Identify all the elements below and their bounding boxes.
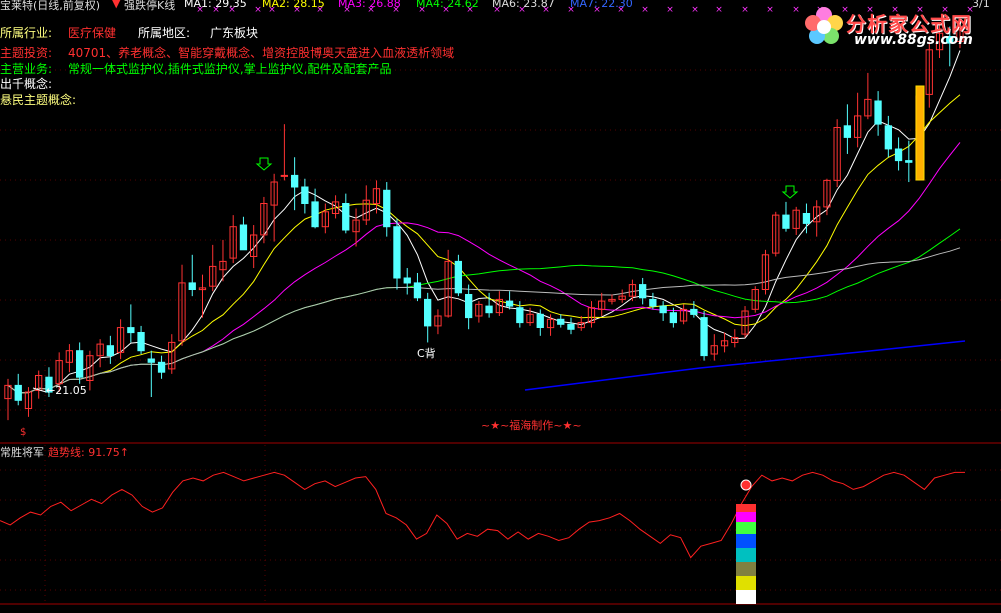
youmin-label: 悬民主题概念: — [0, 93, 77, 107]
ma2-value: MA2: 28.15 — [262, 0, 325, 10]
business-value: 常规一体式监护仪,插件式监护仪,掌上监护仪,配件及配套产品 — [68, 62, 392, 76]
chuqian-label: 出千概念: — [0, 77, 53, 91]
theme-value: 40701、养老概念、智能穿戴概念、增资控股博奥天盛进入血液透析领域 — [68, 46, 455, 60]
trend-line — [0, 471, 965, 559]
indicator-name: 强跌停K线 — [124, 0, 176, 12]
candle-down — [301, 186, 309, 204]
signal-block — [736, 590, 756, 604]
stock-title: 宝莱特(日线,前复权) — [0, 0, 101, 12]
ma6-line — [7, 247, 961, 394]
trend-label-text: 趋势线: — [48, 446, 85, 459]
candle-down — [669, 312, 678, 324]
lower-panel-name: 常胜将军 — [0, 446, 44, 459]
candle-down — [536, 313, 544, 328]
signal-block — [736, 548, 756, 562]
candle-down — [424, 298, 432, 327]
signal-block — [736, 576, 756, 590]
stock-chart[interactable]: ××××××××××××××××××××××××××××××××× — [0, 0, 1001, 613]
candle-down — [567, 323, 575, 330]
dollar-mark: $ — [20, 427, 27, 438]
candle-down — [403, 277, 411, 284]
signal-ball-icon — [740, 479, 752, 491]
signal-block — [736, 504, 756, 512]
region-label: 所属地区: — [138, 26, 191, 40]
ma4-line — [7, 228, 961, 394]
ma1-value: MA1: 29.35 — [184, 0, 247, 10]
theme-label: 主题投资: — [0, 46, 53, 60]
candle-down — [905, 160, 913, 163]
down-arrow-icon — [781, 185, 799, 199]
candle-up — [280, 174, 289, 177]
candle-down — [639, 284, 647, 299]
industry-value: 医疗保健 — [68, 26, 117, 40]
ma7-value: MA7: 22.30 — [570, 0, 633, 10]
signal-block — [736, 512, 756, 522]
signal-block — [736, 534, 756, 548]
logo-url: www.88gs.com — [854, 32, 973, 48]
candle-down — [454, 260, 463, 294]
candle-down — [342, 203, 350, 231]
ma3-value: MA3: 26.88 — [338, 0, 401, 10]
candle-down — [188, 282, 196, 290]
moving-average-lines — [7, 50, 966, 394]
ma4-value: MA4: 24.62 — [416, 0, 479, 10]
candle-down — [874, 100, 882, 125]
credit-label: ~★~福海制作~★~ — [481, 419, 582, 432]
candle-down — [291, 174, 299, 188]
candle-down — [383, 189, 391, 228]
candle-down — [311, 201, 319, 228]
chart-annotations — [32, 85, 925, 393]
down-arrow-icon — [255, 157, 273, 171]
candle-down — [393, 226, 401, 279]
trend-indicator-panel — [0, 471, 965, 604]
candle-down — [557, 318, 565, 325]
up-arrow-icon: ↑ — [119, 446, 129, 459]
candle-down — [884, 125, 893, 150]
candle-down — [843, 125, 852, 138]
candle-down — [659, 305, 667, 314]
signal-block — [736, 562, 756, 576]
site-logo: 分析家公式网 www.88gs.com — [800, 4, 1000, 52]
candle-down — [505, 300, 514, 307]
volume-signal-bar — [915, 85, 925, 181]
trend-value: 91.75 — [88, 446, 120, 459]
candlestick-series — [4, 20, 964, 421]
candle-down — [413, 282, 422, 299]
c-back-label: C背 — [417, 347, 436, 360]
candle-down — [690, 308, 698, 315]
candle-down — [239, 224, 248, 251]
candle-down — [894, 148, 903, 162]
candle-down — [782, 214, 790, 229]
trend-label: 趋势线: 91.75↑ — [48, 444, 129, 460]
ma2-line — [7, 94, 961, 394]
candle-down — [157, 361, 166, 373]
down-triangle-icon: ▼ — [112, 0, 121, 10]
chart-grid — [0, 69, 1001, 604]
flower-icon — [805, 7, 843, 44]
candle-down — [649, 298, 657, 307]
candle-down — [137, 332, 145, 352]
candle-down — [700, 317, 708, 357]
candle-down — [106, 345, 114, 357]
candle-down — [802, 213, 811, 224]
signal-block — [736, 522, 756, 534]
candle-down — [14, 384, 22, 401]
candle-down — [485, 305, 493, 314]
candle-down — [76, 350, 84, 378]
ma6-value: MA6: 23.87 — [492, 0, 555, 10]
candle-down — [516, 307, 524, 324]
candle-down — [127, 327, 135, 334]
region-value: 广东板块 — [210, 26, 259, 40]
candle-down — [465, 294, 473, 319]
industry-label: 所属行业: — [0, 26, 53, 40]
candle-down — [147, 358, 155, 363]
low-price-label: ←21.05 — [46, 384, 87, 397]
